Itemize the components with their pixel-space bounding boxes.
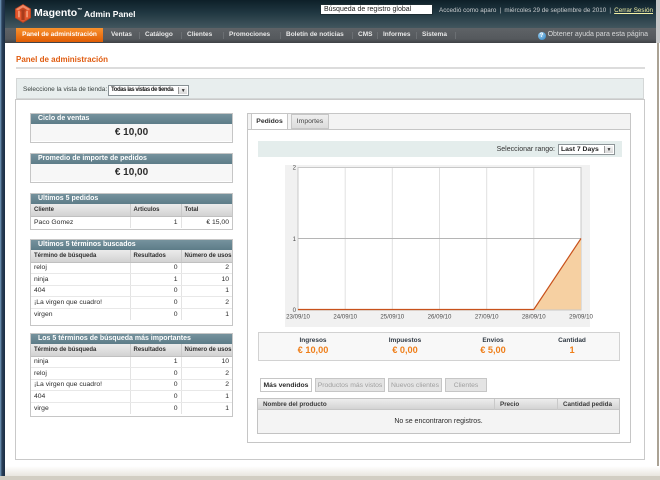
svg-text:29/09/10: 29/09/10 [569, 314, 593, 321]
svg-text:24/09/10: 24/09/10 [333, 314, 357, 321]
svg-text:25/09/10: 25/09/10 [380, 314, 404, 321]
svg-text:23/09/10: 23/09/10 [286, 314, 310, 321]
svg-text:26/09/10: 26/09/10 [428, 314, 452, 321]
svg-text:27/09/10: 27/09/10 [475, 314, 499, 321]
svg-text:28/09/10: 28/09/10 [522, 314, 546, 321]
